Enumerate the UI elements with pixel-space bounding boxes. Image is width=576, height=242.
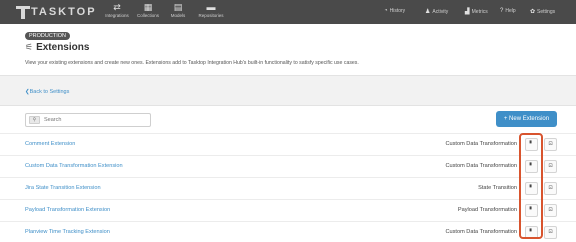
nav-models-label: Models [170,13,186,18]
logo-icon [16,5,30,19]
nav-collections-label: Collections [136,13,159,18]
search-box[interactable]: ⚲ [25,113,151,127]
trash-icon[interactable]: ⊡ [544,204,557,217]
top-navbar: TASKTOP ⇄ Integrations ▦ Collections ▤ M… [0,0,576,24]
page-title: ⚟ Extensions [25,42,89,53]
search-icon: ⚲ [29,116,40,124]
extension-name-link[interactable]: Custom Data Transformation Extension [25,163,123,169]
extension-name-link[interactable]: Planview Time Tracking Extension [25,229,110,235]
nav-integrations-label: Integrations [105,13,129,18]
extension-type: Payload Transformation [457,207,517,213]
integrations-icon: ⇄ [113,2,121,12]
extension-name-link[interactable]: Payload Transformation Extension [25,207,110,213]
repositories-icon: ▬ [206,2,216,12]
extensions-icon: ⚟ [25,42,34,52]
nav-repositories-label: Repositories [198,13,224,18]
extension-type: Custom Data Transformation [445,163,517,169]
trash-icon[interactable]: ⊡ [544,138,557,151]
back-link-label: Back to Settings [29,89,70,95]
extension-type: Custom Data Transformation [445,229,517,235]
history-icon: ◔ [384,8,388,14]
nav-repositories[interactable]: ▬ Repositories [194,2,228,18]
extension-name-link[interactable]: Comment Extension [25,141,75,147]
table-row: Planview Time Tracking Extension Custom … [0,221,576,242]
environment-badge: PRODUCTION [25,32,70,40]
nav-metrics[interactable]: ▟ Metrics [465,8,488,16]
table-row: Comment Extension Custom Data Transforma… [0,133,576,155]
trash-icon[interactable]: ⊡ [544,182,557,195]
nav-settings[interactable]: ✿ Settings [530,8,556,16]
trash-icon[interactable]: ⊡ [544,160,557,173]
nav-activity[interactable]: ♟ Activity [425,8,449,16]
metrics-icon: ▟ [465,9,470,15]
back-bar [0,76,576,106]
logo-text: TASKTOP [31,6,97,18]
extension-type: Custom Data Transformation [445,141,517,147]
search-input[interactable] [44,117,144,123]
tasktop-logo[interactable]: TASKTOP [16,3,97,21]
trash-icon[interactable]: ⊡ [544,226,557,239]
nav-metrics-label: Metrics [471,8,488,15]
nav-models[interactable]: ▤ Models [161,2,195,18]
nav-collections[interactable]: ▦ Collections [131,2,165,18]
page-title-text: Extensions [36,42,90,53]
copy-column-highlight [519,133,543,239]
nav-integrations[interactable]: ⇄ Integrations [100,2,134,18]
extension-type: State Transition [478,185,517,191]
back-to-settings-link[interactable]: ❮Back to Settings [25,89,69,95]
table-row: Custom Data Transformation Extension Cus… [0,155,576,177]
nav-history[interactable]: ◔ History [384,8,405,14]
nav-activity-label: Activity [432,8,449,15]
table-row: Payload Transformation Extension Payload… [0,199,576,221]
settings-icon: ✿ [530,9,536,15]
page-description: View your existing extensions and create… [25,60,359,66]
nav-settings-label: Settings [537,8,556,15]
nav-history-label: History [389,8,406,14]
help-icon: ? [500,8,504,14]
collections-icon: ▦ [143,2,153,12]
nav-help-label: Help [505,8,516,14]
new-extension-button[interactable]: + New Extension [496,111,557,127]
table-row: Jira State Transition Extension State Tr… [0,177,576,199]
extension-name-link[interactable]: Jira State Transition Extension [25,185,101,191]
models-icon: ▤ [173,2,183,12]
nav-help[interactable]: ? Help [500,8,516,14]
activity-icon: ♟ [425,9,431,15]
